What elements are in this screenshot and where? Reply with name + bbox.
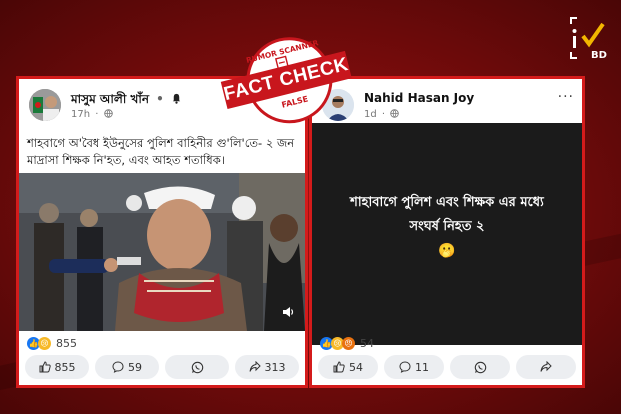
comment-button[interactable]: 11 <box>384 355 444 379</box>
globe-icon <box>390 109 400 118</box>
share-button[interactable]: 313 <box>235 355 299 379</box>
author-name-text: মাসুম আলী খাঁন <box>71 92 149 106</box>
reaction-count: 54 <box>360 337 374 350</box>
post-time[interactable]: 1d <box>364 109 377 120</box>
post-meta: 1d · <box>364 109 400 120</box>
share-button[interactable] <box>516 355 576 379</box>
share-icon <box>540 361 552 372</box>
action-bar: 855 59 313 <box>25 355 299 379</box>
thumbs-up-icon <box>39 361 51 373</box>
video-frame <box>19 173 305 331</box>
sad-reaction-icon: 😢 <box>38 337 51 350</box>
whatsapp-icon <box>474 361 486 373</box>
author-name[interactable]: Nahid Hasan Joy <box>364 91 474 105</box>
post-text: শাহবাগে অ'বৈধ ইউনুসের পুলিশ বাহিনীর গু'ল… <box>27 135 297 169</box>
text-post-content: শাহাবাগে পুলিশ এবং শিক্ষক এর মধ্যে সংঘর্… <box>312 191 582 263</box>
share-icon <box>249 361 261 372</box>
like-button[interactable]: 855 <box>25 355 89 379</box>
bell-icon[interactable] <box>171 93 182 104</box>
comment-button[interactable]: 59 <box>95 355 159 379</box>
post-video[interactable] <box>19 173 305 331</box>
globe-icon <box>103 109 113 118</box>
whatsapp-button[interactable] <box>450 355 510 379</box>
comment-icon <box>399 361 411 373</box>
whatsapp-icon <box>191 361 203 373</box>
thumbs-up-icon <box>333 361 345 373</box>
like-count: 54 <box>349 360 363 374</box>
reaction-summary[interactable]: 👍 😢 855 <box>27 337 77 350</box>
text-post-line-2: সংঘর্ষ নিহত ২ <box>409 219 485 234</box>
action-bar: 54 11 <box>318 355 576 379</box>
post-text-line-1: শাহবাগে অ'বৈধ ইউনুসের পুলিশ বাহিনীর গু'ল… <box>27 136 295 150</box>
author-name[interactable]: মাসুম আলী খাঁন • <box>71 91 182 111</box>
comment-count: 59 <box>128 360 142 374</box>
reaction-count: 855 <box>56 337 77 350</box>
reaction-summary[interactable]: 👍 😢 😠 54 <box>320 337 374 350</box>
text-post-line-1: শাহাবাগে পুলিশ এবং শিক্ষক এর মধ্যে <box>350 195 544 210</box>
text-post-background: শাহাবাগে পুলিশ এবং শিক্ষক এর মধ্যে সংঘর্… <box>312 123 582 345</box>
comment-icon <box>112 361 124 373</box>
whatsapp-button[interactable] <box>165 355 229 379</box>
emoji: 🫢 <box>438 243 456 259</box>
more-options-button[interactable]: ··· <box>558 89 574 105</box>
svg-text:BD: BD <box>591 50 607 61</box>
right-post-card: Nahid Hasan Joy 1d · ··· শাহাবাগে পুলিশ … <box>309 76 585 388</box>
post-text-line-2: মাদ্রাসা শিক্ষক নি'হত, এবং আহত শতাধিক। <box>27 153 225 167</box>
like-count: 855 <box>54 360 76 374</box>
separator: • <box>156 92 164 106</box>
avatar[interactable] <box>29 89 61 121</box>
angry-reaction-icon: 😠 <box>342 337 355 350</box>
brand-logo-icon: BD <box>570 17 607 61</box>
post-time[interactable]: 17h <box>71 109 90 120</box>
post-meta: 17h · <box>71 109 113 120</box>
like-button[interactable]: 54 <box>318 355 378 379</box>
comment-count: 11 <box>415 360 429 374</box>
speaker-icon[interactable] <box>281 305 295 319</box>
share-count: 313 <box>264 360 286 374</box>
